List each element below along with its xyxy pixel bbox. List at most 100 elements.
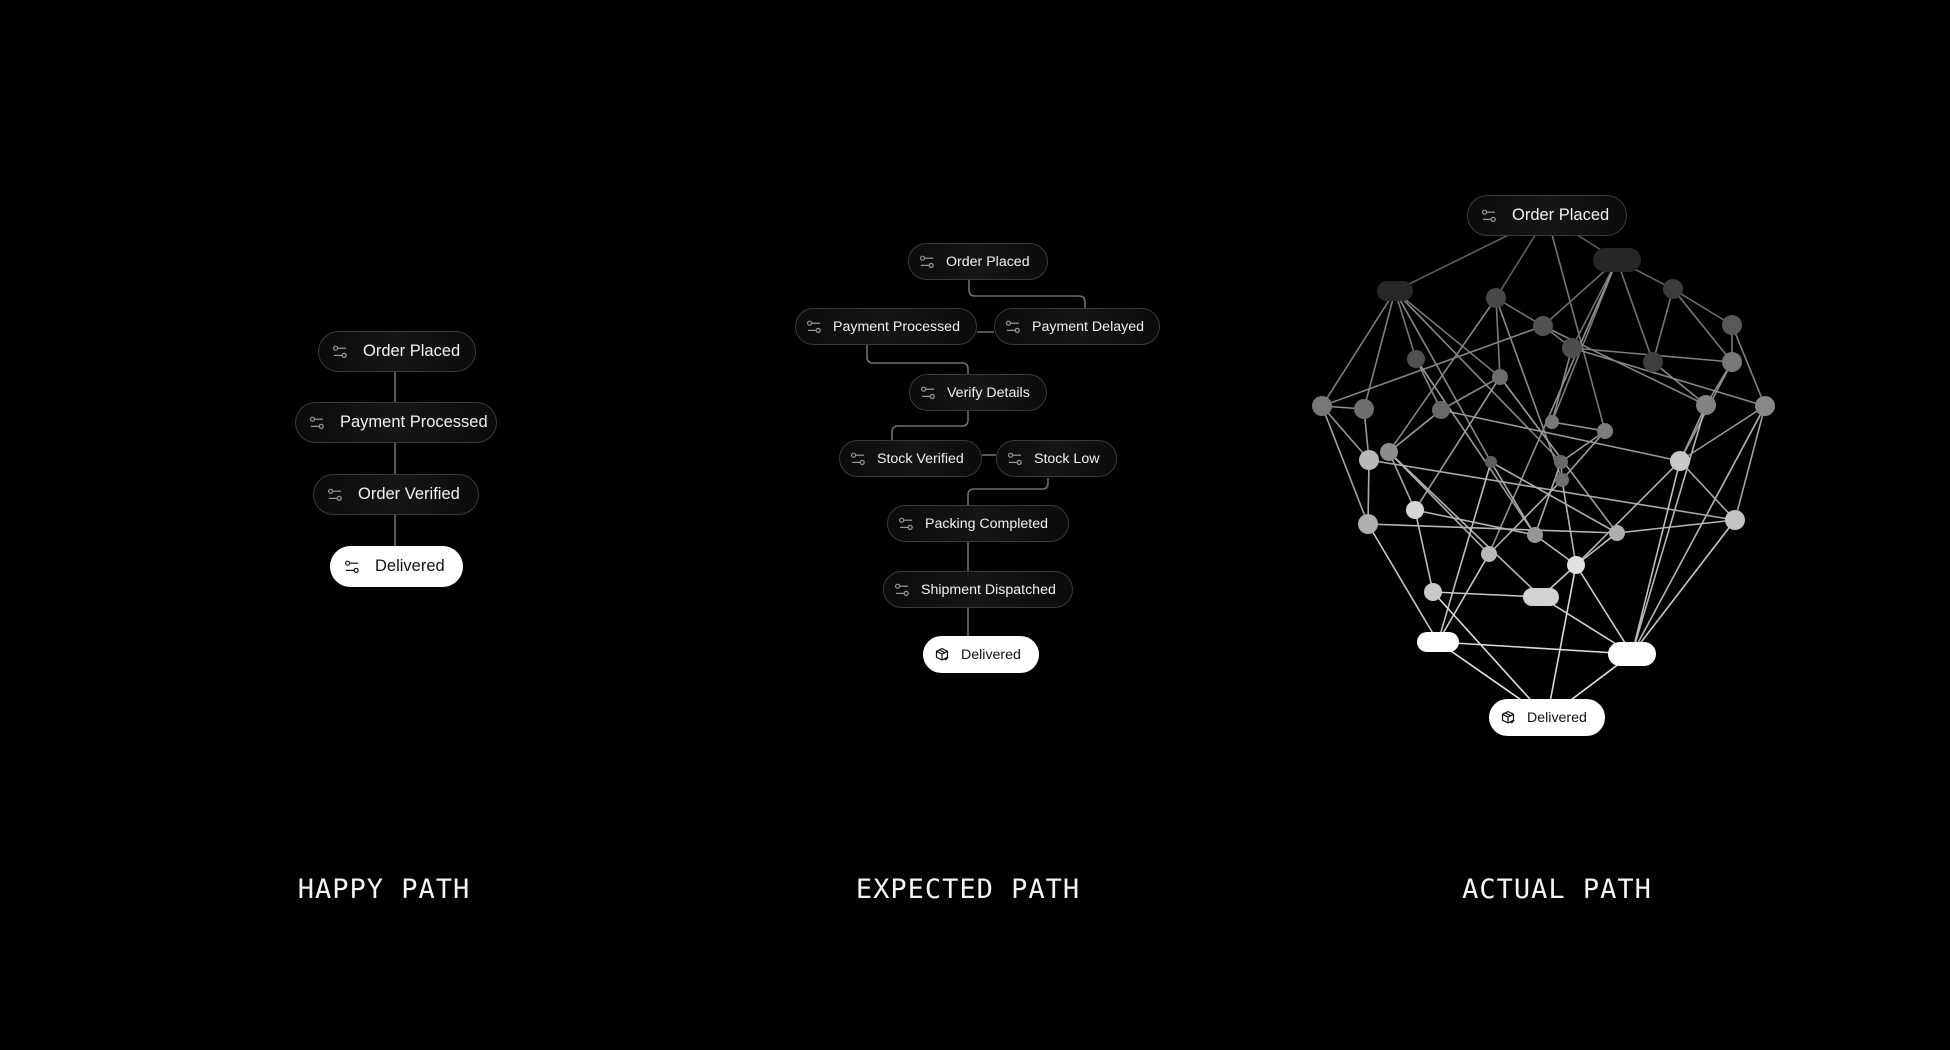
node-label: Order Placed <box>363 342 461 360</box>
actual-path-state-dot[interactable] <box>1424 583 1442 601</box>
node-label: Order Placed <box>946 253 1030 270</box>
actual-path-state-dot[interactable] <box>1663 279 1683 299</box>
caption-happy-path: HAPPY PATH <box>297 874 471 905</box>
expected-path-node-payment-delayed[interactable]: Payment Delayed <box>994 308 1160 345</box>
sliders-icon <box>806 319 822 335</box>
actual-path-edge <box>1388 409 1442 453</box>
actual-path-edge <box>1631 405 1766 655</box>
actual-path-edge <box>1560 430 1606 463</box>
actual-path-edge <box>1437 553 1490 643</box>
actual-path-state-capsule[interactable] <box>1377 281 1413 301</box>
actual-path-state-dot[interactable] <box>1407 350 1425 368</box>
actual-path-state-dot[interactable] <box>1359 450 1379 470</box>
actual-path-state-dot[interactable] <box>1358 514 1378 534</box>
actual-path-state-dot[interactable] <box>1312 396 1332 416</box>
actual-path-edge <box>1672 288 1733 326</box>
expected-path-node-packing-completed[interactable]: Packing Completed <box>887 505 1069 542</box>
node-label: Payment Processed <box>340 413 488 431</box>
actual-path-edge <box>1437 641 1633 655</box>
actual-path-state-dot[interactable] <box>1354 399 1374 419</box>
expected-path-node-verify-details[interactable]: Verify Details <box>909 374 1047 411</box>
actual-path-state-capsule[interactable] <box>1417 632 1459 652</box>
package-icon <box>934 647 950 663</box>
actual-path-state-dot[interactable] <box>1555 473 1569 487</box>
actual-path-state-dot[interactable] <box>1609 525 1625 541</box>
sliders-icon <box>308 414 326 432</box>
sliders-icon <box>326 486 344 504</box>
sliders-icon <box>920 385 936 401</box>
actual-path-edge <box>1367 523 1439 643</box>
node-label: Stock Low <box>1034 450 1100 467</box>
actual-path-state-dot[interactable] <box>1533 316 1553 336</box>
actual-path-state-dot[interactable] <box>1486 288 1506 308</box>
actual-path-state-dot[interactable] <box>1545 415 1559 429</box>
actual-path-edge <box>1631 460 1681 655</box>
actual-path-edge <box>1616 519 1736 534</box>
expected-path-node-stock-low[interactable]: Stock Low <box>996 440 1117 477</box>
node-label: Shipment Dispatched <box>921 581 1056 598</box>
actual-path-edge <box>1394 290 1562 463</box>
caption-expected-path: EXPECTED PATH <box>855 874 1081 905</box>
actual-path-state-dot[interactable] <box>1432 401 1450 419</box>
happy-path-node-order-verified[interactable]: Order Verified <box>313 474 479 515</box>
sliders-icon <box>1007 451 1023 467</box>
node-label: Payment Delayed <box>1032 318 1144 335</box>
actual-path-edge <box>1652 288 1674 363</box>
actual-path-state-dot[interactable] <box>1481 546 1497 562</box>
happy-path-node-payment-processed[interactable]: Payment Processed <box>295 402 497 443</box>
actual-path-node-delivered[interactable]: Delivered <box>1489 699 1605 736</box>
expected-path-connector <box>968 280 1086 308</box>
actual-path-state-dot[interactable] <box>1527 527 1543 543</box>
node-label: Delivered <box>1527 709 1587 726</box>
node-label: Payment Processed <box>833 318 960 335</box>
actual-path-edge <box>1575 564 1633 655</box>
actual-path-edge <box>1571 259 1618 349</box>
actual-path-edge <box>1575 460 1681 566</box>
node-label: Stock Verified <box>877 450 964 467</box>
node-label: Verify Details <box>947 384 1030 401</box>
actual-path-node-order-placed[interactable]: Order Placed <box>1467 195 1627 236</box>
sliders-icon <box>331 343 349 361</box>
happy-path-node-delivered[interactable]: Delivered <box>330 546 463 587</box>
sliders-icon <box>1480 207 1498 225</box>
actual-path-edge <box>1488 479 1563 555</box>
expected-path-node-payment-processed[interactable]: Payment Processed <box>795 308 977 345</box>
sliders-icon <box>898 516 914 532</box>
actual-path-state-dot[interactable] <box>1755 396 1775 416</box>
actual-path-state-dot[interactable] <box>1380 443 1398 461</box>
actual-path-state-dot[interactable] <box>1725 510 1745 530</box>
actual-path-edge <box>1551 421 1606 432</box>
actual-path-state-capsule[interactable] <box>1608 642 1656 666</box>
node-label: Packing Completed <box>925 515 1049 532</box>
node-label: Order Verified <box>358 485 460 503</box>
expected-path-node-stock-verified[interactable]: Stock Verified <box>839 440 982 477</box>
actual-path-state-dot[interactable] <box>1597 423 1613 439</box>
actual-path-state-dot[interactable] <box>1670 451 1690 471</box>
actual-path-edge <box>1415 358 1536 536</box>
actual-path-edge <box>1551 347 1573 423</box>
expected-path-node-delivered[interactable]: Delivered <box>923 636 1039 673</box>
actual-path-state-dot[interactable] <box>1643 352 1663 372</box>
actual-path-state-capsule[interactable] <box>1523 588 1559 606</box>
actual-path-state-dot[interactable] <box>1406 501 1424 519</box>
actual-path-state-dot[interactable] <box>1492 369 1508 385</box>
actual-path-edge <box>1495 297 1501 378</box>
expected-path-node-order-placed[interactable]: Order Placed <box>908 243 1048 280</box>
expected-path-connector <box>967 478 1049 505</box>
actual-path-state-capsule[interactable] <box>1593 248 1641 272</box>
actual-path-edge <box>1679 460 1736 521</box>
actual-path-state-dot[interactable] <box>1722 352 1742 372</box>
happy-path-node-order-placed[interactable]: Order Placed <box>318 331 476 372</box>
actual-path-state-dot[interactable] <box>1485 456 1497 468</box>
expected-path-node-shipment-dispatched[interactable]: Shipment Dispatched <box>883 571 1073 608</box>
actual-path-edge <box>1631 519 1736 655</box>
actual-path-state-dot[interactable] <box>1562 338 1582 358</box>
actual-path-state-dot[interactable] <box>1554 455 1568 469</box>
node-label: Order Placed <box>1512 206 1610 224</box>
actual-path-state-dot[interactable] <box>1696 395 1716 415</box>
package-icon <box>1500 710 1516 726</box>
sliders-icon <box>343 558 361 576</box>
actual-path-state-dot[interactable] <box>1722 315 1742 335</box>
node-label: Delivered <box>375 557 445 575</box>
actual-path-state-dot[interactable] <box>1567 556 1585 574</box>
